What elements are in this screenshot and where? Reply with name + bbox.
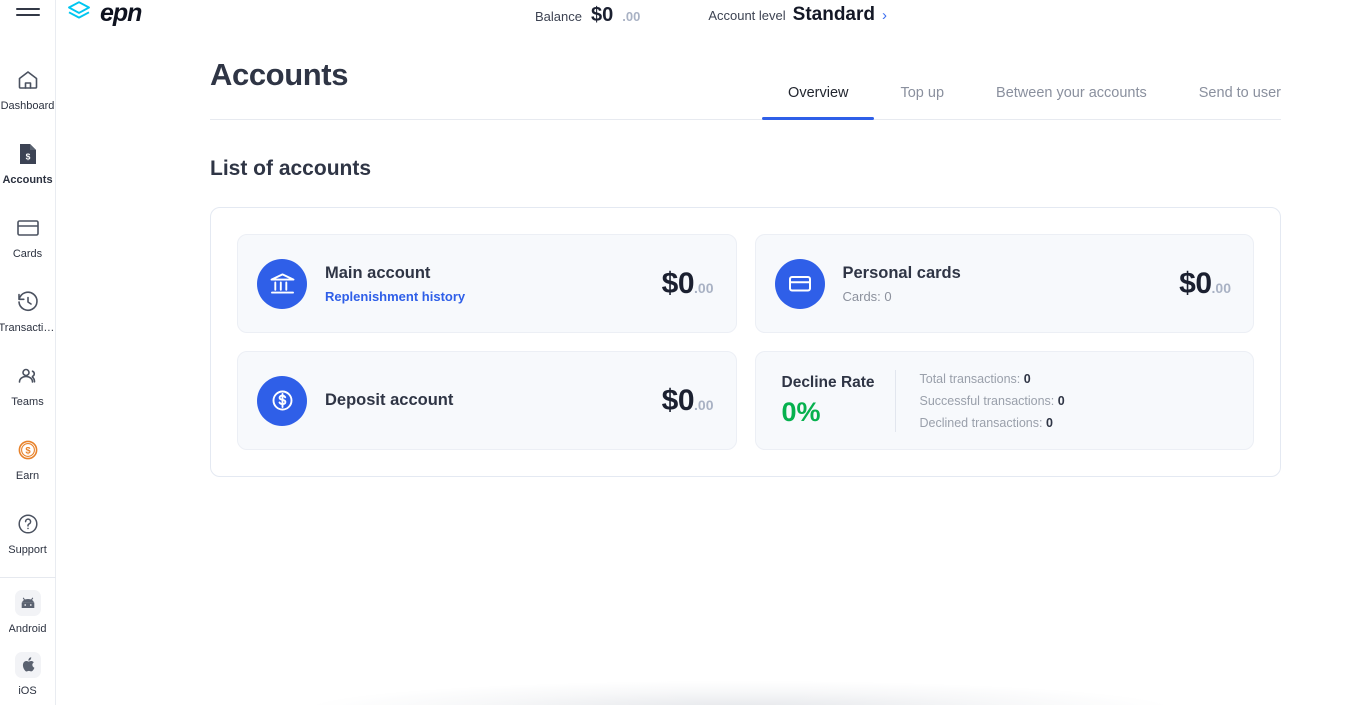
- account-balance-cents: .00: [694, 279, 714, 296]
- balance-label: Balance: [535, 8, 582, 24]
- section-title: List of accounts: [210, 157, 372, 180]
- sidebar-item-cards[interactable]: Cards: [0, 201, 55, 275]
- account-level-button[interactable]: Account level Standard ›: [708, 4, 887, 26]
- account-level-label: Account level: [708, 7, 786, 23]
- vertical-divider: [894, 369, 896, 432]
- svg-text:$: $: [25, 152, 30, 162]
- sidebar-item-label: Android: [8, 623, 47, 636]
- coin-dollar-icon: $: [15, 437, 41, 463]
- account-meta: Main account Replenishment history: [325, 264, 662, 304]
- decline-rate-title: Decline Rate: [781, 373, 875, 391]
- tab-send-to-user[interactable]: Send to user: [1173, 85, 1281, 119]
- sidebar-divider: [0, 576, 56, 578]
- accounts-panel: Main account Replenishment history $0 .0…: [210, 207, 1281, 477]
- users-icon: [15, 363, 41, 389]
- sidebar-item-transaction-history[interactable]: Transaction ...: [0, 275, 57, 349]
- question-circle-icon: [15, 511, 41, 537]
- bank-icon: [257, 258, 307, 309]
- hamburger-menu-button[interactable]: [0, 0, 56, 25]
- tab-overview[interactable]: Overview: [762, 85, 875, 120]
- brand-logo-text: epn: [100, 0, 142, 27]
- home-icon: [15, 67, 41, 93]
- balance-amount: $0: [590, 3, 614, 26]
- chevron-right-icon: ›: [882, 6, 887, 24]
- document-dollar-icon: $: [15, 141, 41, 167]
- account-balance: $0 .00: [1179, 267, 1231, 301]
- replenishment-history-link[interactable]: Replenishment history: [325, 289, 662, 304]
- sidebar-item-label: Teams: [11, 396, 44, 409]
- sidebar-item-label: Dashboard: [0, 100, 55, 113]
- android-icon: [14, 590, 41, 617]
- stat-declined-transactions: Declined transactions: 0: [920, 416, 1065, 430]
- stat-value: 0: [1045, 415, 1053, 430]
- sidebar-item-label: Accounts: [2, 174, 53, 187]
- app-root: Dashboard $ Accounts Cards Transaction T…: [0, 0, 1366, 705]
- page-title: Accounts: [210, 57, 349, 92]
- apple-icon: [14, 651, 41, 678]
- epn-layers-icon: [65, 0, 94, 29]
- credit-card-icon: [15, 215, 41, 241]
- balance-cents: .00: [622, 8, 641, 24]
- account-card-personal-cards[interactable]: Personal cards Cards: 0 $0 .00: [754, 234, 1254, 333]
- brand-logo[interactable]: epn: [65, 0, 142, 29]
- dollar-circle-icon: [257, 375, 307, 426]
- sidebar-nav-list: Dashboard $ Accounts Cards Transaction T…: [0, 53, 57, 571]
- stat-label: Declined transactions:: [919, 415, 1043, 430]
- svg-text:$: $: [25, 446, 31, 457]
- transaction-stats: Total transactions: 0 Successful transac…: [920, 372, 1065, 430]
- sidebar-item-accounts[interactable]: $ Accounts: [0, 127, 55, 201]
- account-meta: Personal cards Cards: 0: [843, 264, 1180, 304]
- account-card-main[interactable]: Main account Replenishment history $0 .0…: [237, 234, 737, 333]
- account-meta: Deposit account: [325, 391, 662, 410]
- account-balance-amount: $0: [661, 266, 695, 300]
- account-balance: $0 .00: [662, 267, 714, 301]
- account-balance-amount: $0: [661, 383, 695, 417]
- decline-rate-value: 0%: [781, 396, 821, 427]
- hamburger-menu-icon: [15, 4, 40, 20]
- account-name: Main account: [325, 263, 431, 282]
- account-name: Deposit account: [325, 391, 454, 409]
- sidebar-item-support[interactable]: Support: [0, 497, 55, 571]
- account-balance-cents: .00: [694, 396, 714, 413]
- stat-label: Successful transactions:: [919, 393, 1055, 408]
- sidebar-item-label: Earn: [15, 470, 40, 483]
- decline-rate-card: Decline Rate 0% Total transactions: 0 Su…: [754, 351, 1254, 450]
- stat-value: 0: [1023, 371, 1031, 386]
- decline-rate-summary: Decline Rate 0%: [782, 374, 887, 428]
- account-card-deposit[interactable]: Deposit account $0 .00: [237, 351, 737, 450]
- account-name: Personal cards: [842, 263, 961, 282]
- stat-successful-transactions: Successful transactions: 0: [920, 394, 1065, 408]
- account-balance-cents: .00: [1211, 279, 1231, 296]
- sidebar-item-label: iOS: [18, 684, 37, 697]
- account-balance: $0 .00: [662, 384, 714, 418]
- sidebar-item-label: Support: [8, 544, 47, 557]
- account-balance-amount: $0: [1179, 266, 1212, 300]
- stat-label: Total transactions:: [919, 371, 1021, 386]
- tab-between-your-accounts[interactable]: Between your accounts: [970, 85, 1173, 119]
- sidebar-item-teams[interactable]: Teams: [0, 349, 55, 423]
- clock-history-icon: [15, 289, 41, 315]
- sidebar-item-earn[interactable]: $ Earn: [0, 423, 55, 497]
- sidebar-item-dashboard[interactable]: Dashboard: [0, 53, 55, 127]
- sidebar: Dashboard $ Accounts Cards Transaction T…: [0, 0, 57, 705]
- credit-card-icon: [774, 258, 825, 309]
- account-level-value: Standard: [792, 4, 875, 25]
- account-cards-count: Cards: 0: [842, 288, 892, 304]
- sidebar-item-ios[interactable]: iOS: [0, 643, 55, 705]
- main-content: Accounts Overview Top up Between your ac…: [56, 0, 1366, 705]
- sidebar-item-android[interactable]: Android: [0, 582, 55, 644]
- tab-bar: Overview Top up Between your accounts Se…: [762, 85, 1281, 120]
- page-header: Accounts Overview Top up Between your ac…: [210, 30, 1281, 120]
- sidebar-item-label: Cards: [12, 248, 43, 261]
- tab-top-up[interactable]: Top up: [874, 85, 970, 119]
- stat-value: 0: [1057, 393, 1065, 408]
- sidebar-item-label: Transaction ...: [0, 322, 57, 335]
- topbar: epn Balance $0 .00 Account level Standar…: [56, 0, 1366, 30]
- stat-total-transactions: Total transactions: 0: [920, 372, 1065, 386]
- balance-display: Balance $0 .00: [535, 4, 640, 27]
